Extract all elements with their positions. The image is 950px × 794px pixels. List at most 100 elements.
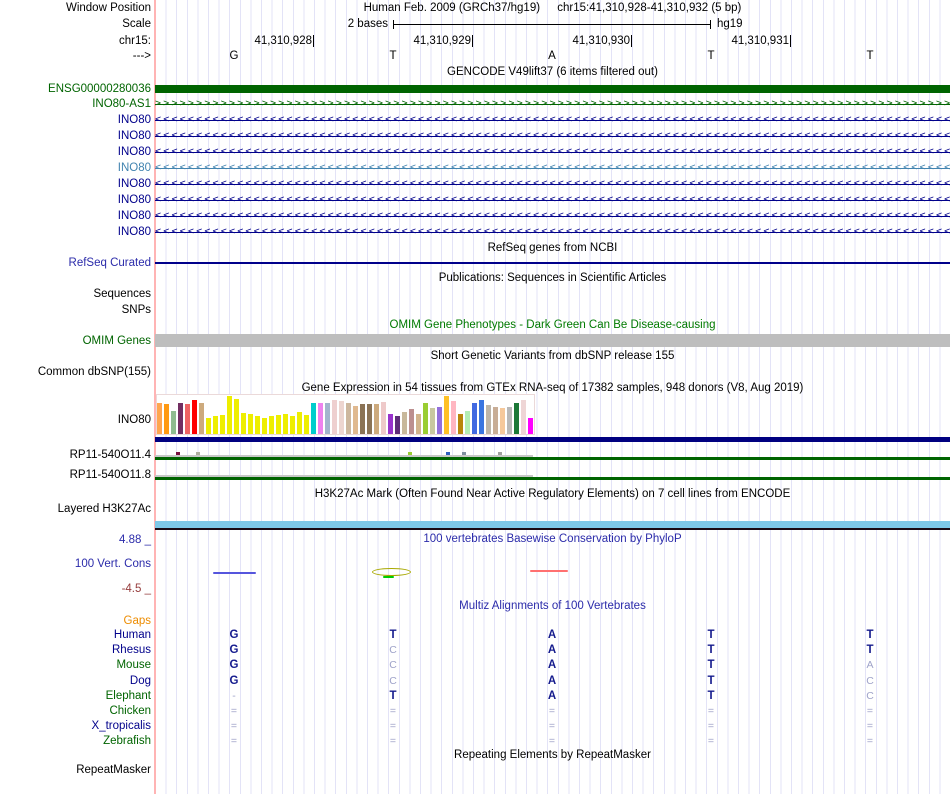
gtex-expression-bar[interactable] bbox=[374, 404, 379, 434]
gtex-expression-bar[interactable] bbox=[206, 418, 211, 434]
gtex-expression-bar[interactable] bbox=[283, 414, 288, 434]
gtex-expression-bar[interactable] bbox=[528, 418, 533, 434]
gene-row[interactable]: INO80 <<<<<<<<<<<<<<<<<<<<<<<<<<<<<<<<<<<… bbox=[0, 224, 950, 240]
gtex-expression-bar[interactable] bbox=[227, 396, 232, 434]
gene-label[interactable]: INO80 bbox=[0, 128, 151, 144]
alignment-row[interactable]: Human G T A T T bbox=[0, 629, 950, 642]
repeatmasker-label[interactable]: RepeatMasker bbox=[0, 764, 151, 777]
gene-row[interactable]: INO80 <<<<<<<<<<<<<<<<<<<<<<<<<<<<<<<<<<<… bbox=[0, 144, 950, 160]
gtex-expression-bar[interactable] bbox=[185, 404, 190, 434]
gene-label[interactable]: INO80 bbox=[0, 144, 151, 160]
gtex-expression-bar[interactable] bbox=[297, 412, 302, 434]
gtex-expression-bar[interactable] bbox=[395, 416, 400, 434]
gtex-expression-bar[interactable] bbox=[367, 404, 372, 434]
gtex-expression-bar[interactable] bbox=[157, 403, 162, 434]
alignment-row[interactable]: Mouse G C A T A bbox=[0, 659, 950, 672]
gtex-expression-bar[interactable] bbox=[486, 405, 491, 434]
gtex-expression-bar[interactable] bbox=[290, 416, 295, 434]
gtex-expression-bar[interactable] bbox=[381, 402, 386, 434]
gtex-expression-bar[interactable] bbox=[500, 408, 505, 434]
sequences-track-label[interactable]: Sequences bbox=[0, 288, 151, 301]
gtex-expression-bar[interactable] bbox=[325, 403, 330, 434]
gene-row[interactable]: INO80 <<<<<<<<<<<<<<<<<<<<<<<<<<<<<<<<<<<… bbox=[0, 128, 950, 144]
gene-row[interactable]: INO80 <<<<<<<<<<<<<<<<<<<<<<<<<<<<<<<<<<<… bbox=[0, 176, 950, 192]
gene-label[interactable]: INO80 bbox=[0, 224, 151, 240]
gtex-expression-bar[interactable] bbox=[444, 396, 449, 434]
gene-label[interactable]: ENSG00000280036 bbox=[0, 83, 151, 95]
gene-strand-arrows[interactable]: <<<<<<<<<<<<<<<<<<<<<<<<<<<<<<<<<<<<<<<<… bbox=[155, 176, 950, 192]
gtex-expression-bar[interactable] bbox=[472, 403, 477, 434]
gtex-expression-bar[interactable] bbox=[402, 412, 407, 434]
gene-row[interactable]: INO80-AS1 >>>>>>>>>>>>>>>>>>>>>>>>>>>>>>>… bbox=[0, 96, 950, 112]
gene-row[interactable]: INO80 <<<<<<<<<<<<<<<<<<<<<<<<<<<<<<<<<<<… bbox=[0, 160, 950, 176]
gtex-expression-bar[interactable] bbox=[339, 401, 344, 434]
bac-clone-label-1[interactable]: RP11-540O11.4 bbox=[0, 448, 151, 462]
gene-label[interactable]: INO80 bbox=[0, 160, 151, 176]
alignment-row[interactable]: Elephant - T A T C bbox=[0, 690, 950, 703]
gtex-expression-bar[interactable] bbox=[213, 416, 218, 434]
gtex-expression-bar[interactable] bbox=[241, 413, 246, 434]
gtex-expression-bar[interactable] bbox=[164, 404, 169, 434]
gencode-gene-rows[interactable]: ENSG00000280036 INO80-AS1 >>>>>>>>>>>>>>>>… bbox=[0, 83, 950, 241]
gtex-expression-bar[interactable] bbox=[353, 406, 358, 434]
gtex-expression-bar[interactable] bbox=[304, 415, 309, 434]
gene-row[interactable]: INO80 <<<<<<<<<<<<<<<<<<<<<<<<<<<<<<<<<<<… bbox=[0, 112, 950, 128]
gene-row[interactable]: INO80 <<<<<<<<<<<<<<<<<<<<<<<<<<<<<<<<<<<… bbox=[0, 192, 950, 208]
gtex-expression-bar[interactable] bbox=[458, 414, 463, 434]
gene-label[interactable]: INO80 bbox=[0, 112, 151, 128]
gtex-expression-bar[interactable] bbox=[199, 403, 204, 434]
gtex-expression-bar[interactable] bbox=[479, 400, 484, 434]
gene-strand-arrows[interactable]: >>>>>>>>>>>>>>>>>>>>>>>>>>>>>>>>>>>>>>>>… bbox=[155, 96, 950, 112]
gtex-expression-bar[interactable] bbox=[423, 403, 428, 434]
alignment-row[interactable]: Chicken = = = = = bbox=[0, 705, 950, 718]
gtex-expression-bar[interactable] bbox=[409, 409, 414, 434]
gtex-gene-model-line[interactable] bbox=[155, 437, 950, 442]
gtex-expression-bar[interactable] bbox=[451, 401, 456, 434]
gene-strand-arrows[interactable]: <<<<<<<<<<<<<<<<<<<<<<<<<<<<<<<<<<<<<<<<… bbox=[155, 208, 950, 224]
gene-label[interactable]: INO80-AS1 bbox=[0, 96, 151, 112]
gtex-expression-bar[interactable] bbox=[171, 411, 176, 434]
gtex-expression-bar[interactable] bbox=[234, 399, 239, 434]
gene-strand-arrows[interactable]: <<<<<<<<<<<<<<<<<<<<<<<<<<<<<<<<<<<<<<<<… bbox=[155, 160, 950, 176]
gene-exon-bar[interactable] bbox=[155, 85, 950, 93]
gtex-expression-bar[interactable] bbox=[276, 415, 281, 434]
gtex-expression-bar[interactable] bbox=[437, 407, 442, 434]
gene-label[interactable]: INO80 bbox=[0, 192, 151, 208]
bac-clone-1-line[interactable] bbox=[155, 457, 950, 460]
gtex-expression-bar[interactable] bbox=[192, 400, 197, 434]
gtex-expression-bar[interactable] bbox=[255, 416, 260, 434]
common-dbsnp-label[interactable]: Common dbSNP(155) bbox=[0, 366, 151, 379]
gene-strand-arrows[interactable]: <<<<<<<<<<<<<<<<<<<<<<<<<<<<<<<<<<<<<<<<… bbox=[155, 128, 950, 144]
gene-label[interactable]: INO80 bbox=[0, 208, 151, 224]
refseq-gene-line[interactable] bbox=[155, 262, 950, 264]
gtex-expression-bar[interactable] bbox=[311, 403, 316, 434]
refseq-curated-label[interactable]: RefSeq Curated bbox=[0, 256, 151, 270]
gtex-expression-bar[interactable] bbox=[332, 400, 337, 434]
alignment-row[interactable]: Zebrafish = = = = = bbox=[0, 735, 950, 748]
gene-strand-arrows[interactable]: <<<<<<<<<<<<<<<<<<<<<<<<<<<<<<<<<<<<<<<<… bbox=[155, 112, 950, 128]
gtex-expression-bar[interactable] bbox=[514, 403, 519, 434]
gtex-expression-bar[interactable] bbox=[465, 411, 470, 434]
gene-strand-arrows[interactable]: <<<<<<<<<<<<<<<<<<<<<<<<<<<<<<<<<<<<<<<<… bbox=[155, 144, 950, 160]
gtex-expression-chart[interactable] bbox=[156, 394, 535, 435]
gtex-expression-bar[interactable] bbox=[416, 414, 421, 434]
gtex-expression-bar[interactable] bbox=[262, 418, 267, 434]
phylop-mark-dash[interactable] bbox=[383, 576, 394, 578]
gtex-expression-bar[interactable] bbox=[493, 407, 498, 434]
gtex-expression-bar[interactable] bbox=[360, 404, 365, 434]
gtex-gene-label[interactable]: INO80 bbox=[0, 414, 151, 426]
gtex-expression-bar[interactable] bbox=[388, 414, 393, 434]
gtex-expression-bar[interactable] bbox=[346, 403, 351, 434]
phylop-mark-ellipse[interactable] bbox=[372, 568, 411, 576]
h3k27ac-signal-bar[interactable] bbox=[155, 521, 950, 528]
phylop-mark-line[interactable] bbox=[530, 570, 568, 572]
gene-strand-arrows[interactable]: <<<<<<<<<<<<<<<<<<<<<<<<<<<<<<<<<<<<<<<<… bbox=[155, 192, 950, 208]
bac-clone-label-2[interactable]: RP11-540O11.8 bbox=[0, 468, 151, 482]
gtex-expression-bar[interactable] bbox=[248, 414, 253, 434]
omim-gene-bar[interactable] bbox=[155, 334, 950, 347]
omim-genes-label[interactable]: OMIM Genes bbox=[0, 334, 151, 348]
multiz-alignment-rows[interactable]: Human G T A T T Rhesus G C A T T Mouse G C A T A Dog G C A T C E… bbox=[0, 629, 950, 749]
gene-strand-arrows[interactable]: <<<<<<<<<<<<<<<<<<<<<<<<<<<<<<<<<<<<<<<<… bbox=[155, 224, 950, 240]
bac-clone-2-line[interactable] bbox=[155, 477, 950, 480]
vert-cons-label[interactable]: 100 Vert. Cons bbox=[0, 558, 151, 571]
